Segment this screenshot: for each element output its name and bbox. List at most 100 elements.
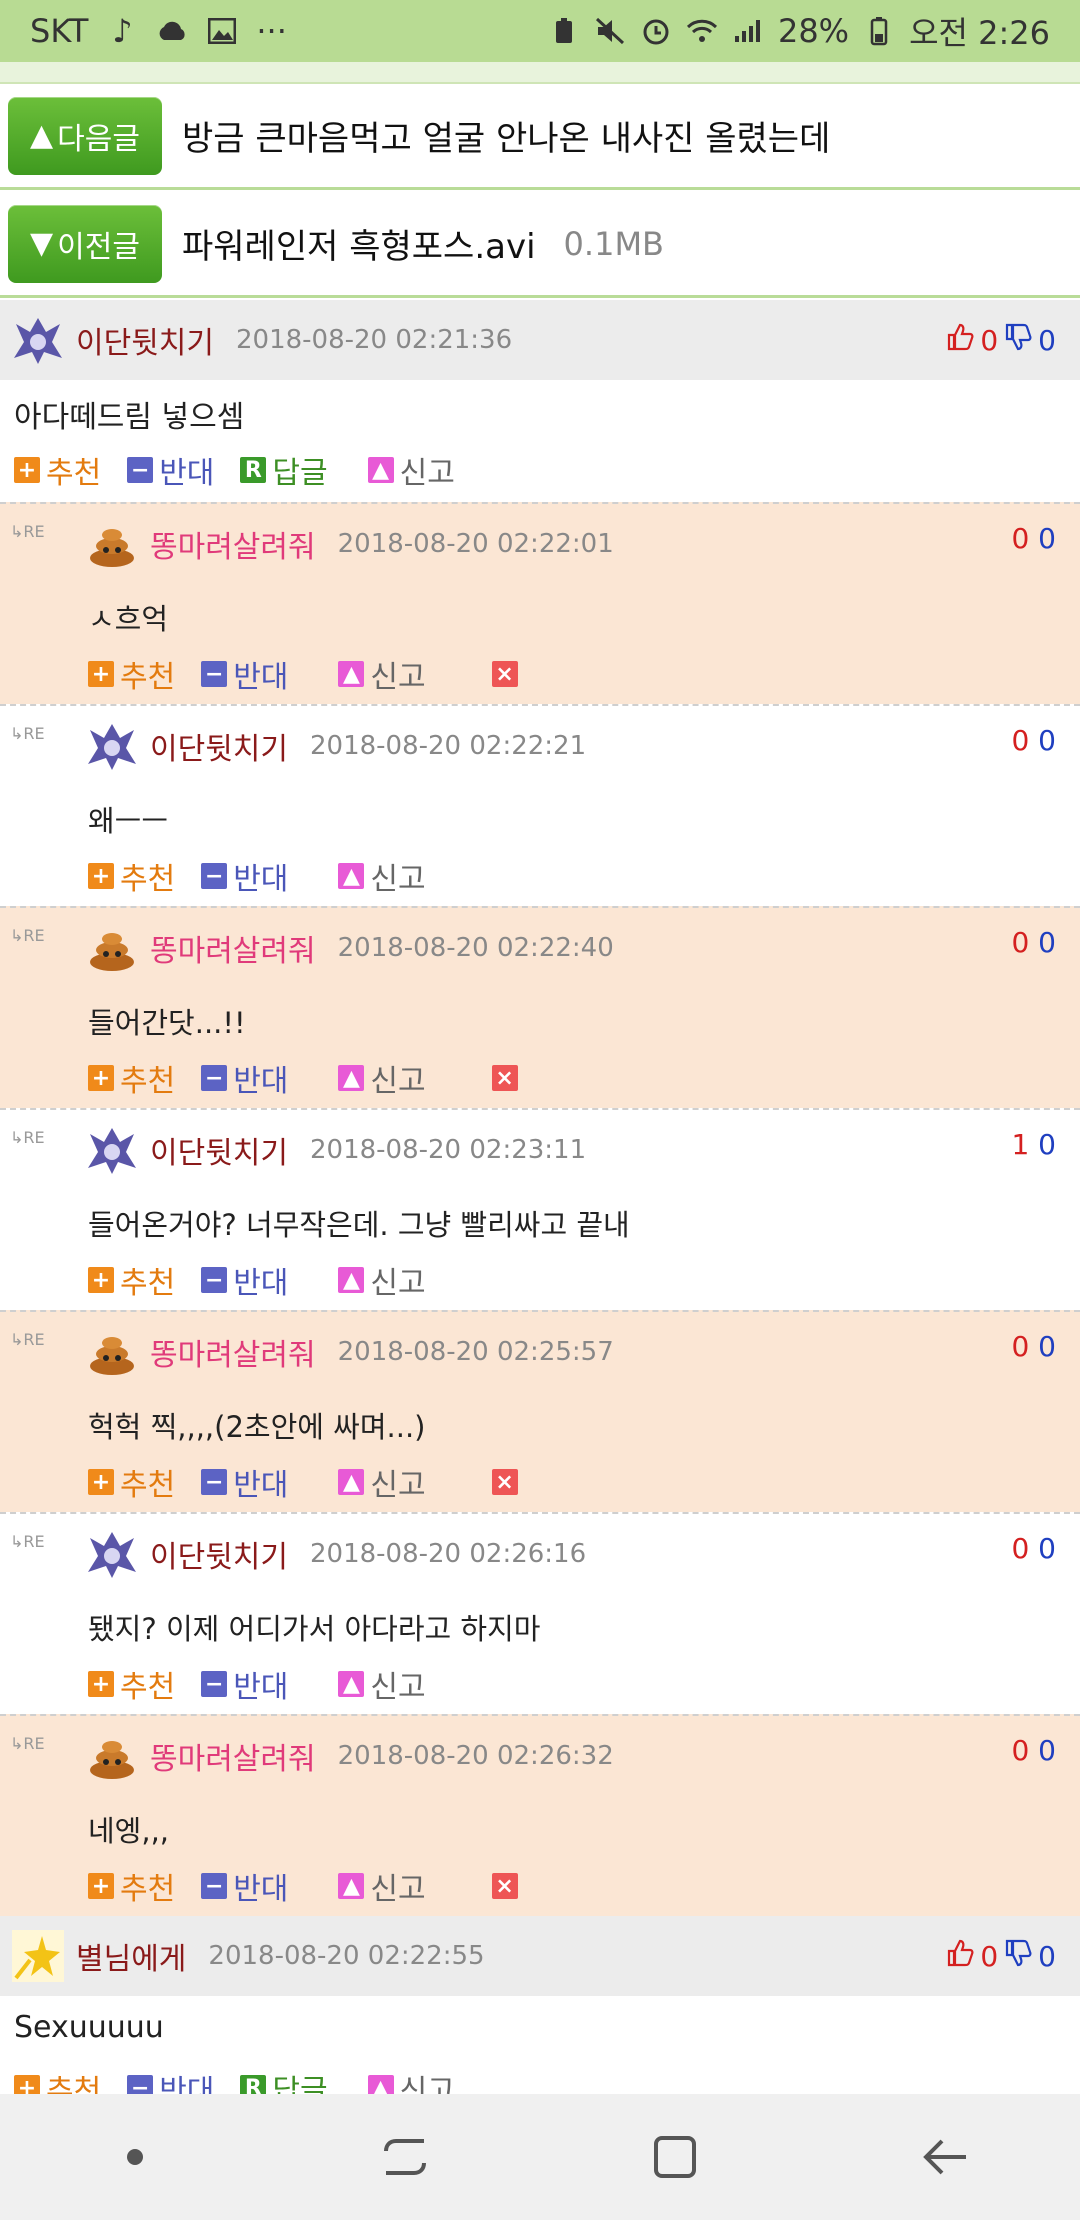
- recommend-button[interactable]: + 추천: [88, 1258, 175, 1302]
- plus-icon: +: [88, 1469, 114, 1495]
- upvote-count: 1: [1011, 1128, 1030, 1161]
- next-post-title[interactable]: 방금 큰마음먹고 얼굴 안나온 내사진 올렸는데: [182, 111, 830, 160]
- oppose-button[interactable]: − 반대: [201, 652, 288, 696]
- poop-avatar-icon[interactable]: [86, 1730, 138, 1782]
- robot-avatar-icon[interactable]: [86, 1528, 138, 1580]
- recommend-label: 추천: [46, 2074, 102, 2094]
- reply-button[interactable]: R 답글: [240, 448, 328, 492]
- downvote-count: 0: [1038, 926, 1056, 959]
- reply-header: 이단뒷치기 2018-08-20 02:22:21: [86, 720, 1080, 772]
- oppose-button[interactable]: − 반대: [127, 2066, 214, 2094]
- oppose-button[interactable]: − 반대: [201, 854, 288, 898]
- reply-author[interactable]: 이단뒷치기: [150, 724, 288, 768]
- prev-post-button[interactable]: ▼ 이전글: [8, 204, 162, 283]
- recommend-button[interactable]: + 추천: [88, 1662, 175, 1706]
- oppose-label: 반대: [233, 1670, 289, 1705]
- delete-button[interactable]: ×: [491, 1469, 518, 1495]
- report-button[interactable]: ▲ 신고: [338, 854, 426, 898]
- robot-avatar-icon[interactable]: [12, 314, 64, 366]
- comment-header: 이단뒷치기 2018-08-20 02:21:36 0 0: [0, 300, 1080, 380]
- oppose-button[interactable]: − 반대: [201, 1662, 288, 1706]
- report-button[interactable]: ▲ 신고: [338, 652, 426, 696]
- report-button[interactable]: ▲ 신고: [338, 1056, 426, 1100]
- poop-avatar-icon[interactable]: [86, 518, 138, 570]
- re-indicator-icon: ↳RE: [10, 724, 45, 743]
- next-post-label: 다음글: [57, 121, 140, 157]
- plus-icon: +: [88, 1873, 114, 1899]
- battery-saver-icon: [548, 15, 580, 47]
- close-icon: ×: [491, 1469, 518, 1495]
- upvote-count: 0: [1011, 1734, 1030, 1767]
- report-button[interactable]: ▲ 신고: [338, 1460, 426, 1504]
- thumbs-up-icon[interactable]: [946, 1939, 974, 1974]
- reply-text: 왜ㅡㅡ: [88, 804, 169, 838]
- plus-icon: +: [88, 661, 114, 687]
- oppose-button[interactable]: − 반대: [201, 1056, 288, 1100]
- report-button[interactable]: ▲ 신고: [338, 1864, 426, 1908]
- poop-avatar-icon[interactable]: [86, 922, 138, 974]
- prev-post-title[interactable]: 파워레인저 흑형포스.avi: [182, 219, 536, 268]
- prev-post-size: 0.1MB: [563, 224, 664, 263]
- upvote-count: 0: [980, 1939, 999, 1973]
- dot-icon[interactable]: [90, 2112, 180, 2202]
- reply-timestamp: 2018-08-20 02:26:32: [337, 1741, 614, 1771]
- re-indicator-icon: ↳RE: [10, 1128, 45, 1147]
- star-avatar-icon[interactable]: [12, 1930, 64, 1982]
- reply-text: 헉헉 찍,,,,(2초안에 싸며...): [88, 1410, 426, 1444]
- reply-author[interactable]: 이단뒷치기: [150, 1128, 288, 1172]
- thumbs-down-icon[interactable]: [1004, 323, 1032, 358]
- delete-button[interactable]: ×: [491, 661, 518, 687]
- next-post-button[interactable]: ▲ 다음글: [8, 96, 162, 175]
- oppose-button[interactable]: − 반대: [201, 1258, 288, 1302]
- minus-icon: −: [201, 1469, 228, 1495]
- reply-author[interactable]: 똥마려살려줘: [150, 522, 316, 566]
- oppose-button[interactable]: − 반대: [127, 448, 214, 492]
- reply-button[interactable]: R 답글: [240, 2066, 328, 2094]
- report-button[interactable]: ▲ 신고: [367, 2066, 455, 2094]
- reply-author[interactable]: 똥마려살려줘: [150, 1734, 316, 1778]
- reply-timestamp: 2018-08-20 02:22:40: [337, 933, 614, 963]
- recommend-button[interactable]: + 추천: [88, 854, 175, 898]
- reply-author[interactable]: 똥마려살려줘: [150, 926, 316, 970]
- report-button[interactable]: ▲ 신고: [367, 448, 455, 492]
- comment-header: 별님에게 2018-08-20 02:22:55 0 0: [0, 1916, 1080, 1996]
- close-icon: ×: [491, 1065, 518, 1091]
- home-icon[interactable]: [630, 2112, 720, 2202]
- thumbs-up-icon[interactable]: [946, 323, 974, 358]
- oppose-button[interactable]: − 반대: [201, 1864, 288, 1908]
- reply-author[interactable]: 똥마려살려줘: [150, 1330, 316, 1374]
- back-icon[interactable]: [900, 2112, 990, 2202]
- reply-timestamp: 2018-08-20 02:22:21: [310, 731, 587, 761]
- comment-text: Sexuuuuu: [14, 2010, 164, 2045]
- minus-icon: −: [201, 1873, 228, 1899]
- reply-item: ↳RE 똥마려살려줘 2018-08-20 02:26:32 0 0 네엥,,, + 추천 −…: [0, 1714, 1080, 1916]
- report-button[interactable]: ▲ 신고: [338, 1662, 426, 1706]
- siren-icon: ▲: [338, 1267, 365, 1293]
- comment-body: Sexuuuuu + 추천 − 반대 R 답글 ▲ 신고: [0, 1996, 1080, 2094]
- robot-avatar-icon[interactable]: [86, 720, 138, 772]
- plus-icon: +: [88, 1671, 114, 1697]
- robot-avatar-icon[interactable]: [86, 1124, 138, 1176]
- recommend-button[interactable]: + 추천: [88, 652, 175, 696]
- comment-author[interactable]: 별님에게: [76, 1934, 186, 1978]
- prev-post-row[interactable]: ▼ 이전글 파워레인저 흑형포스.avi 0.1MB: [0, 192, 1080, 298]
- report-button[interactable]: ▲ 신고: [338, 1258, 426, 1302]
- recommend-button[interactable]: + 추천: [88, 1056, 175, 1100]
- recent-apps-icon[interactable]: [360, 2112, 450, 2202]
- recommend-button[interactable]: + 추천: [14, 2066, 101, 2094]
- reply-author[interactable]: 이단뒷치기: [150, 1532, 288, 1576]
- recommend-button[interactable]: + 추천: [88, 1460, 175, 1504]
- battery-icon: [863, 15, 895, 47]
- plus-icon: +: [14, 2075, 40, 2094]
- next-post-row[interactable]: ▲ 다음글 방금 큰마음먹고 얼굴 안나온 내사진 올렸는데: [0, 84, 1080, 190]
- recommend-button[interactable]: + 추천: [14, 448, 101, 492]
- poop-avatar-icon[interactable]: [86, 1326, 138, 1378]
- comment-author[interactable]: 이단뒷치기: [76, 318, 214, 362]
- thumbs-down-icon[interactable]: [1004, 1939, 1032, 1974]
- delete-button[interactable]: ×: [491, 1873, 518, 1899]
- reply-header: 이단뒷치기 2018-08-20 02:23:11: [86, 1124, 1080, 1176]
- oppose-button[interactable]: − 반대: [201, 1460, 288, 1504]
- delete-button[interactable]: ×: [491, 1065, 518, 1091]
- recommend-button[interactable]: + 추천: [88, 1864, 175, 1908]
- vote-counts: 0 0: [1011, 1330, 1056, 1363]
